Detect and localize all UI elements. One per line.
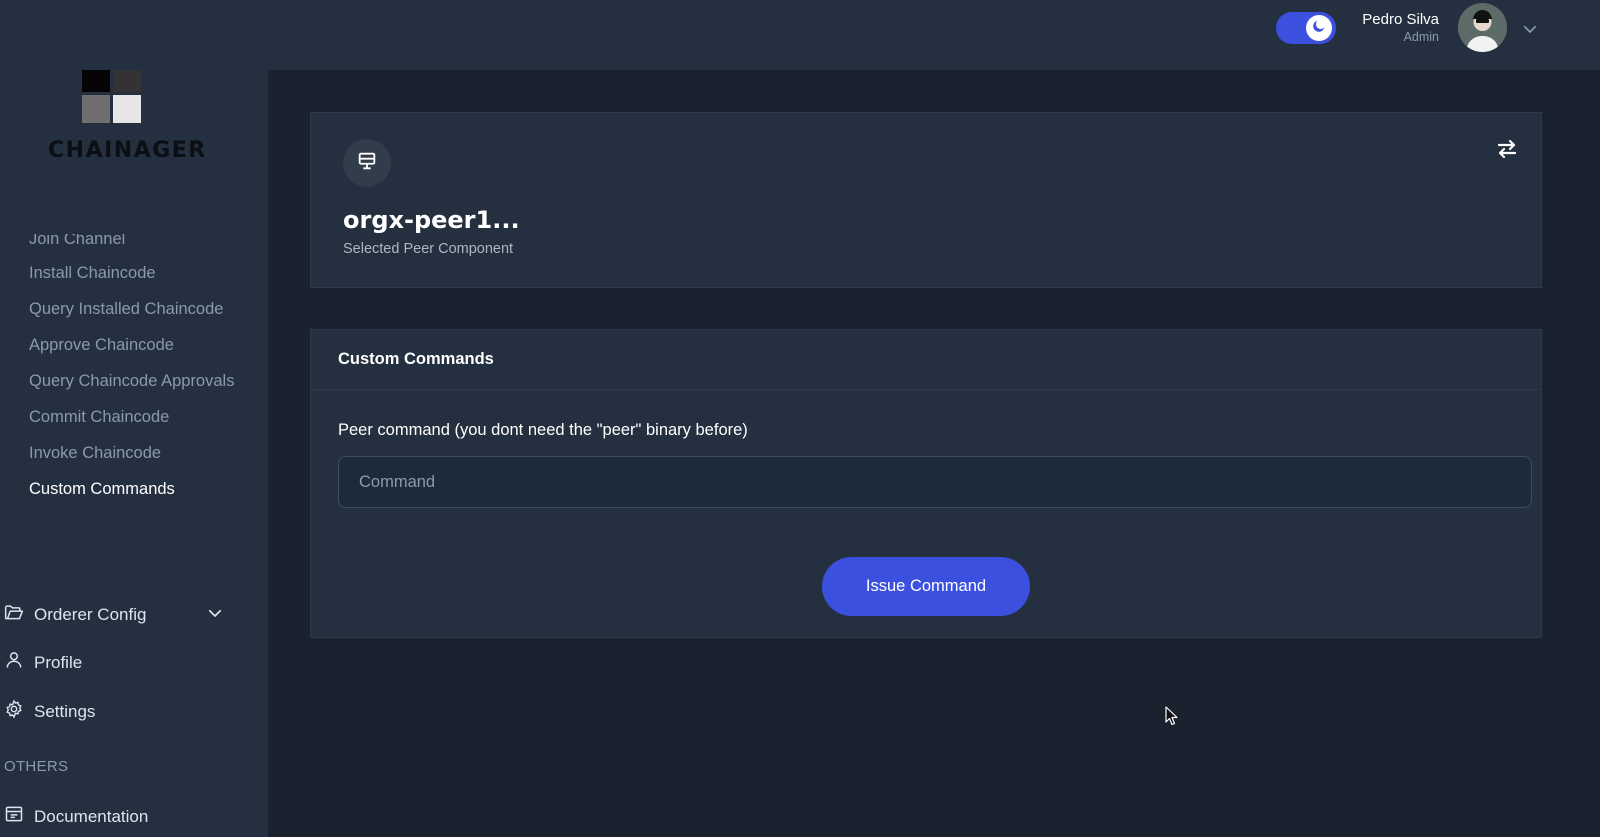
brand-name: CHAINAGER xyxy=(48,138,207,163)
sidebar-item-profile[interactable]: Profile xyxy=(4,650,82,675)
folder-icon xyxy=(4,602,24,627)
toggle-knob xyxy=(1306,15,1332,41)
issue-command-button[interactable]: Issue Command xyxy=(822,557,1030,616)
command-input[interactable] xyxy=(338,456,1532,508)
sidebar-item-label: Settings xyxy=(34,701,96,721)
peer-submenu: Join Channel Install Chaincode Query Ins… xyxy=(29,234,249,508)
sidebar-item-label: Documentation xyxy=(34,806,149,826)
mouse-cursor-icon xyxy=(1165,706,1178,731)
chevron-down-icon[interactable] xyxy=(206,604,224,627)
document-icon xyxy=(4,804,24,829)
submenu-item-install-chaincode[interactable]: Install Chaincode xyxy=(29,256,249,292)
selected-peer-card: orgx-peer1... Selected Peer Component xyxy=(310,112,1542,288)
chevron-down-icon[interactable] xyxy=(1521,20,1539,43)
avatar[interactable] xyxy=(1458,3,1507,52)
brand-logo[interactable]: CHAINAGER xyxy=(48,64,207,163)
sidebar-item-label: Orderer Config xyxy=(34,604,147,624)
custom-commands-card: Custom Commands Peer command (you dont n… xyxy=(310,329,1542,638)
moon-icon xyxy=(1311,18,1327,39)
peer-icon-container xyxy=(343,139,391,187)
user-info[interactable]: Pedro Silva Admin xyxy=(1362,11,1439,44)
command-field-label: Peer command (you dont need the "peer" b… xyxy=(338,421,748,439)
submenu-item-join-channel[interactable]: Join Channel xyxy=(29,234,249,248)
submenu-item-invoke-chaincode[interactable]: Invoke Chaincode xyxy=(29,436,249,472)
submenu-item-custom-commands[interactable]: Custom Commands xyxy=(29,472,249,508)
swap-icon[interactable] xyxy=(1495,137,1519,166)
section-title-others: OTHERS xyxy=(4,758,69,775)
dark-mode-toggle[interactable] xyxy=(1276,12,1336,44)
submenu-item-approve-chaincode[interactable]: Approve Chaincode xyxy=(29,328,249,364)
user-name: Pedro Silva xyxy=(1362,11,1439,28)
gear-icon xyxy=(4,699,24,724)
submenu-item-query-chaincode-approvals[interactable]: Query Chaincode Approvals xyxy=(29,364,249,400)
submenu-item-commit-chaincode[interactable]: Commit Chaincode xyxy=(29,400,249,436)
submenu-item-query-installed-chaincode[interactable]: Query Installed Chaincode xyxy=(29,292,249,328)
user-role: Admin xyxy=(1403,30,1439,44)
peer-subtitle: Selected Peer Component xyxy=(343,241,514,257)
peer-title: orgx-peer1... xyxy=(343,206,520,234)
monitor-icon xyxy=(356,150,378,177)
sidebar-item-label: Profile xyxy=(34,652,83,672)
sidebar: CHAINAGER Join Channel Install Chaincode… xyxy=(0,0,268,837)
logo-mark xyxy=(82,64,144,126)
card-title: Custom Commands xyxy=(311,330,1541,390)
sidebar-item-settings[interactable]: Settings xyxy=(4,699,95,724)
sidebar-item-documentation[interactable]: Documentation xyxy=(4,804,148,829)
user-icon xyxy=(4,650,24,675)
sidebar-item-orderer-config[interactable]: Orderer Config xyxy=(4,602,146,627)
